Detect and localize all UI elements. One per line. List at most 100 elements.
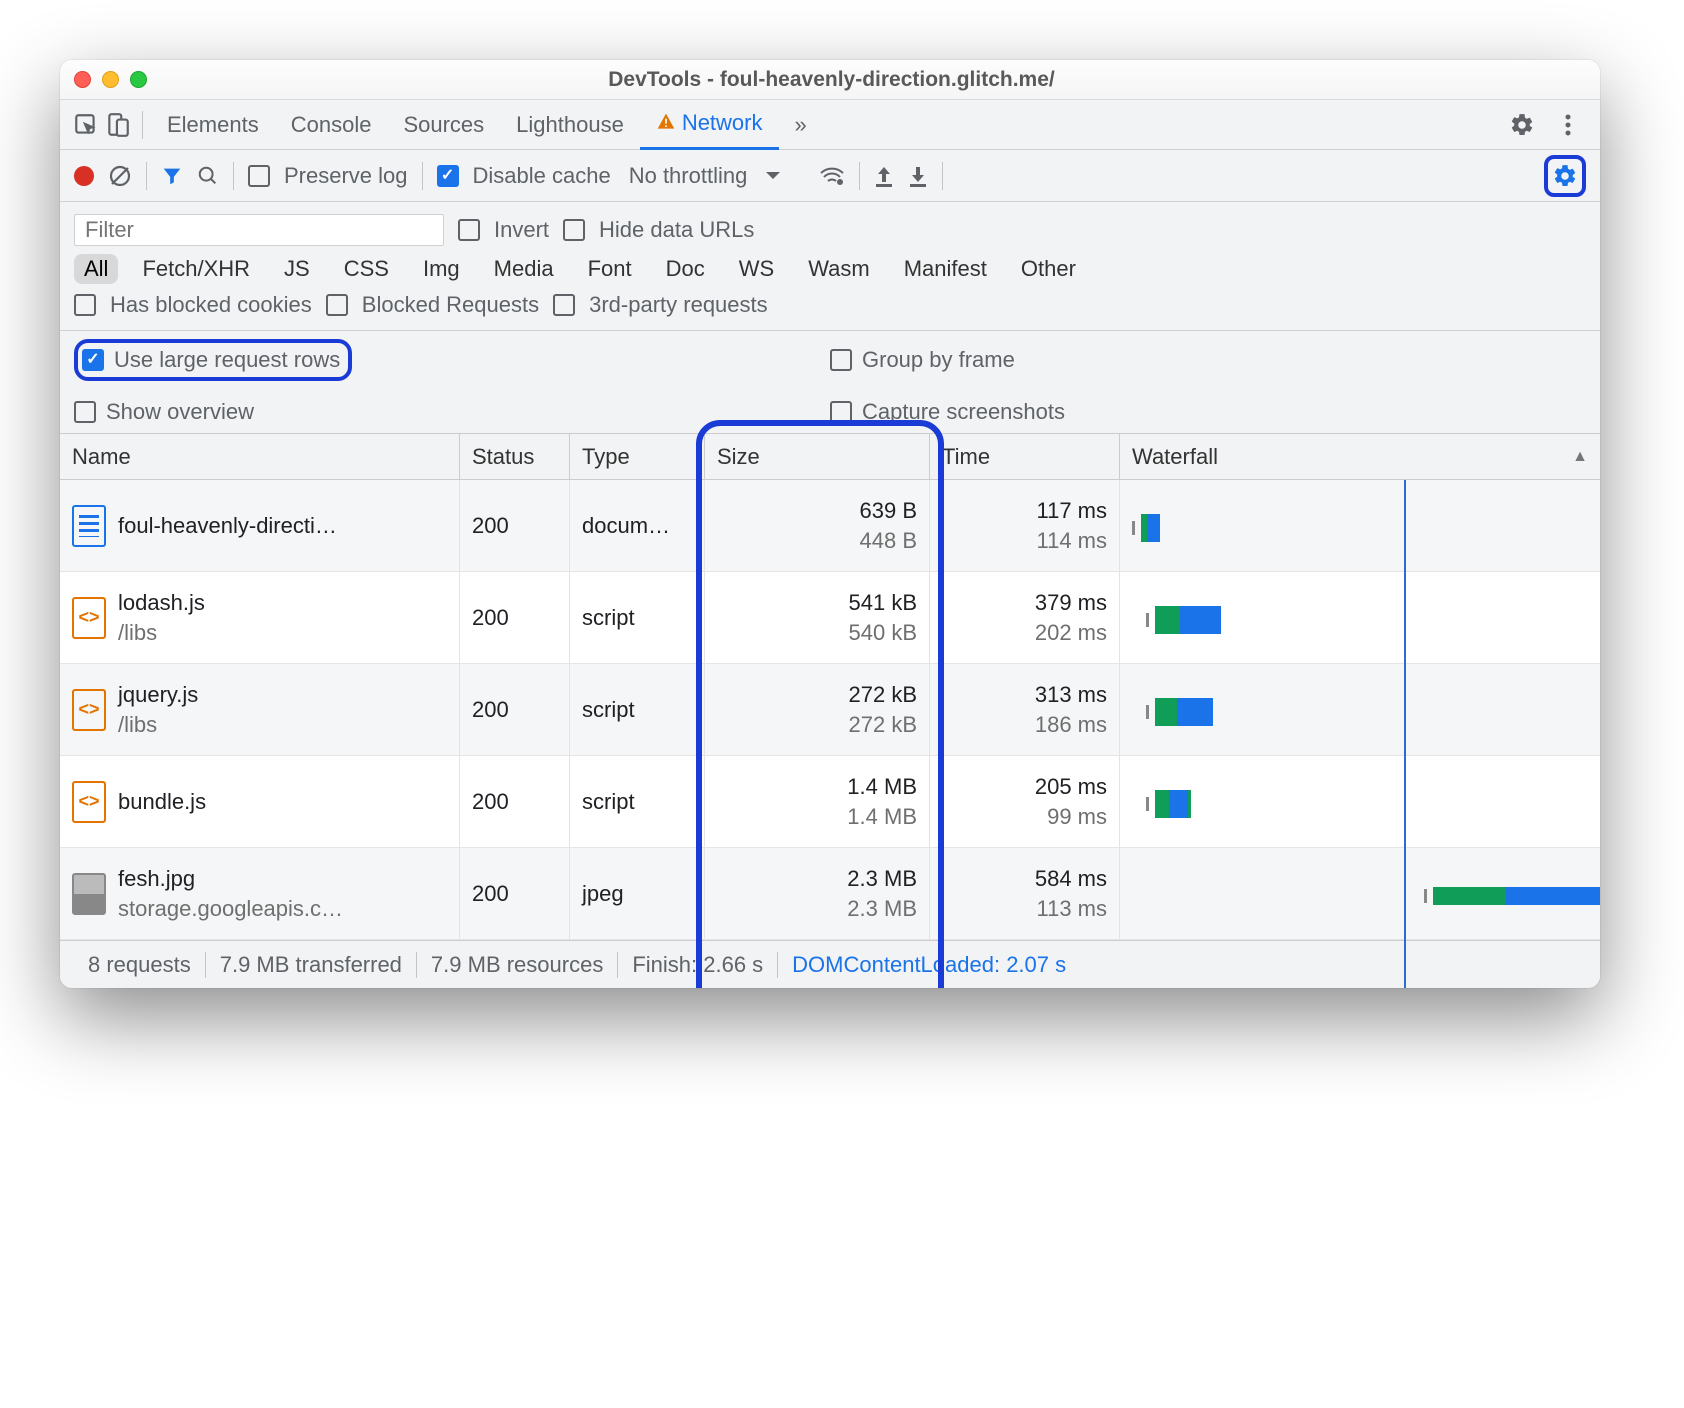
filter-type-doc[interactable]: Doc	[656, 254, 715, 284]
group-by-frame-label: Group by frame	[862, 347, 1015, 373]
table-row[interactable]: <>bundle.js 200 script 1.4 MB1.4 MB 205 …	[60, 756, 1600, 848]
large-rows-checkbox[interactable]	[82, 349, 104, 371]
filter-icon[interactable]	[161, 165, 183, 187]
tab-console[interactable]: Console	[275, 100, 388, 150]
footer-finish: Finish: 2.66 s	[618, 952, 778, 978]
settings-icon[interactable]	[1506, 109, 1538, 141]
kebab-menu-icon[interactable]	[1552, 109, 1584, 141]
table-body: foul-heavenly-directi… 200 docum… 639 B4…	[60, 480, 1600, 940]
network-conditions-icon[interactable]	[819, 165, 845, 187]
filter-type-js[interactable]: JS	[274, 254, 320, 284]
type-cell: script	[570, 664, 705, 755]
request-path: /libs	[118, 620, 205, 646]
panel-tabs: Elements Console Sources Lighthouse Netw…	[60, 100, 1600, 150]
blocked-requests-checkbox[interactable]	[326, 294, 348, 316]
waterfall-cell	[1120, 480, 1600, 571]
filter-type-all[interactable]: All	[74, 254, 118, 284]
hide-data-urls-checkbox[interactable]	[563, 219, 585, 241]
more-tabs-button[interactable]: »	[779, 100, 823, 150]
tab-network[interactable]: Network	[640, 100, 779, 150]
filter-type-img[interactable]: Img	[413, 254, 470, 284]
time-cell: 205 ms99 ms	[930, 756, 1120, 847]
script-icon: <>	[72, 689, 106, 731]
filter-type-media[interactable]: Media	[484, 254, 564, 284]
type-cell: jpeg	[570, 848, 705, 939]
tab-lighthouse[interactable]: Lighthouse	[500, 100, 640, 150]
tab-sources[interactable]: Sources	[387, 100, 500, 150]
table-row[interactable]: <>jquery.js/libs 200 script 272 kB272 kB…	[60, 664, 1600, 756]
invert-checkbox[interactable]	[458, 219, 480, 241]
status-cell: 200	[460, 572, 570, 663]
device-toolbar-icon[interactable]	[102, 109, 134, 141]
disable-cache-label: Disable cache	[473, 163, 611, 189]
inspect-element-icon[interactable]	[70, 109, 102, 141]
status-cell: 200	[460, 756, 570, 847]
script-icon: <>	[72, 597, 106, 639]
third-party-checkbox[interactable]	[553, 294, 575, 316]
script-icon: <>	[72, 781, 106, 823]
col-status[interactable]: Status	[460, 434, 570, 479]
status-footer: 8 requests 7.9 MB transferred 7.9 MB res…	[60, 940, 1600, 988]
blocked-requests-label: Blocked Requests	[362, 292, 539, 318]
filter-type-other[interactable]: Other	[1011, 254, 1086, 284]
gear-highlight	[1544, 155, 1586, 197]
capture-screenshots-checkbox[interactable]	[830, 401, 852, 423]
large-rows-highlight: Use large request rows	[74, 339, 352, 381]
blocked-cookies-checkbox[interactable]	[74, 294, 96, 316]
filter-type-manifest[interactable]: Manifest	[894, 254, 997, 284]
size-cell: 639 B448 B	[705, 480, 930, 571]
divider	[142, 111, 143, 139]
divider	[422, 162, 423, 190]
waterfall-cell	[1120, 848, 1600, 939]
request-name: jquery.js	[118, 682, 198, 708]
table-row[interactable]: <>lodash.js/libs 200 script 541 kB540 kB…	[60, 572, 1600, 664]
col-waterfall[interactable]: Waterfall▲	[1120, 434, 1600, 479]
download-har-icon[interactable]	[908, 165, 928, 187]
image-icon	[72, 873, 106, 915]
requests-table: Name Status Type Size Time Waterfall▲ fo…	[60, 434, 1600, 940]
throttling-select[interactable]: No throttling	[625, 163, 752, 189]
window-title: DevTools - foul-heavenly-direction.glitc…	[77, 68, 1586, 92]
col-time[interactable]: Time	[930, 434, 1120, 479]
status-cell: 200	[460, 848, 570, 939]
large-rows-label: Use large request rows	[114, 347, 340, 373]
upload-har-icon[interactable]	[874, 165, 894, 187]
filter-type-ws[interactable]: WS	[729, 254, 784, 284]
document-icon	[72, 505, 106, 547]
clear-button[interactable]	[108, 164, 132, 188]
status-cell: 200	[460, 480, 570, 571]
table-row[interactable]: foul-heavenly-directi… 200 docum… 639 B4…	[60, 480, 1600, 572]
divider	[859, 162, 860, 190]
tab-elements[interactable]: Elements	[151, 100, 275, 150]
warning-icon	[656, 112, 676, 132]
filter-type-css[interactable]: CSS	[334, 254, 399, 284]
group-by-frame-checkbox[interactable]	[830, 349, 852, 371]
footer-resources: 7.9 MB resources	[417, 952, 618, 978]
record-button[interactable]	[74, 166, 94, 186]
filter-type-font[interactable]: Font	[578, 254, 642, 284]
filter-type-fetch[interactable]: Fetch/XHR	[132, 254, 260, 284]
capture-screenshots-label: Capture screenshots	[862, 399, 1065, 425]
devtools-window: DevTools - foul-heavenly-direction.glitc…	[60, 60, 1600, 988]
preserve-log-checkbox[interactable]	[248, 165, 270, 187]
time-cell: 117 ms114 ms	[930, 480, 1120, 571]
table-header: Name Status Type Size Time Waterfall▲	[60, 434, 1600, 480]
type-filter-row: All Fetch/XHR JS CSS Img Media Font Doc …	[74, 250, 1586, 288]
col-name[interactable]: Name	[60, 434, 460, 479]
size-cell: 541 kB540 kB	[705, 572, 930, 663]
disable-cache-checkbox[interactable]	[437, 165, 459, 187]
show-overview-checkbox[interactable]	[74, 401, 96, 423]
size-cell: 2.3 MB2.3 MB	[705, 848, 930, 939]
network-settings-icon[interactable]	[1552, 163, 1578, 189]
waterfall-cell	[1120, 572, 1600, 663]
filter-type-wasm[interactable]: Wasm	[798, 254, 880, 284]
col-size[interactable]: Size	[705, 434, 930, 479]
filter-input[interactable]	[74, 214, 444, 246]
footer-transferred: 7.9 MB transferred	[206, 952, 417, 978]
col-type[interactable]: Type	[570, 434, 705, 479]
table-row[interactable]: fesh.jpgstorage.googleapis.c… 200 jpeg 2…	[60, 848, 1600, 940]
blocked-cookies-label: Has blocked cookies	[110, 292, 312, 318]
search-icon[interactable]	[197, 165, 219, 187]
request-name: foul-heavenly-directi…	[118, 513, 337, 539]
size-cell: 272 kB272 kB	[705, 664, 930, 755]
